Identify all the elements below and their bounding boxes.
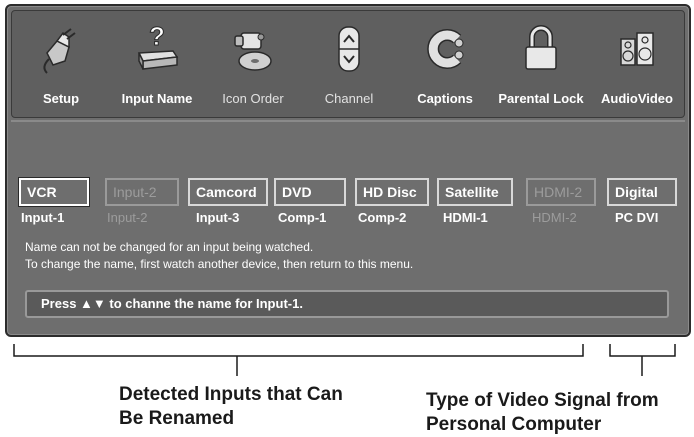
callout-line: Be Renamed <box>119 408 235 429</box>
menu-item-parental-lock[interactable]: Parental Lock <box>494 17 588 113</box>
menu-item-setup[interactable]: Setup <box>14 17 108 113</box>
menu-item-label: Channel <box>324 91 374 106</box>
menu-item-label: Parental Lock <box>498 91 584 106</box>
input-name-box-pc-dvi[interactable]: Digital <box>607 178 677 206</box>
left-bracket <box>13 344 584 357</box>
menu-item-label: Input Name <box>121 91 193 106</box>
input-source-label: Comp-1 <box>278 210 327 225</box>
menu-item-label: AudioVideo <box>601 91 673 106</box>
input-name-box-hdmi-1[interactable]: Satellite <box>437 178 513 206</box>
plug-icon <box>43 28 76 74</box>
input-source-label: Comp-2 <box>358 210 407 225</box>
menu-item-label: Icon Order <box>222 91 284 106</box>
menu-item-input-name[interactable]: ? Input Name <box>110 17 204 113</box>
callout-line: Detected Inputs that Can <box>119 384 343 405</box>
captions-c-icon <box>427 29 464 69</box>
callout-line: Personal Computer <box>426 414 602 435</box>
input-source-label: HDMI-1 <box>443 210 488 225</box>
callout-line: Type of Video Signal from <box>426 390 659 411</box>
menu-item-label: Setup <box>42 91 80 106</box>
input-source-label: PC DVI <box>615 210 659 225</box>
callout-detected-inputs: Detected Inputs that Can Be Renamed <box>119 383 343 431</box>
osd-panel: Setup ? Input Name Icon Order Channel Ca… <box>5 4 691 337</box>
menu-item-audiovideo[interactable]: AudioVideo <box>590 17 684 113</box>
input-source-label: Input-1 <box>21 210 65 225</box>
status-bar: Press ▲▼ to channe the name for Input-1. <box>25 290 669 318</box>
info-note: To change the name, first watch another … <box>25 257 414 271</box>
input-name-box-input-1[interactable]: VCR <box>19 178 89 206</box>
menu-bar: Setup ? Input Name Icon Order Channel Ca… <box>11 10 685 118</box>
input-source-label: Input-2 <box>107 210 148 225</box>
callout-brackets <box>13 344 676 376</box>
input-name-box-input-3[interactable]: Camcord <box>188 178 268 206</box>
menu-item-captions[interactable]: Captions <box>398 17 492 113</box>
question-device-icon: ? <box>137 23 179 70</box>
callout-pc-signal: Type of Video Signal from Personal Compu… <box>426 389 659 437</box>
input-name-box-hdmi-2[interactable]: HDMI-2 <box>526 178 596 206</box>
input-source-label: HDMI-2 <box>532 210 577 225</box>
svg-text:?: ? <box>149 23 165 51</box>
up-down-arrows-icon <box>338 26 360 72</box>
input-name-box-comp-1[interactable]: DVD <box>274 178 346 206</box>
menu-item-channel[interactable]: Channel <box>302 17 396 113</box>
input-source-label: Input-3 <box>196 210 240 225</box>
menu-item-label: Captions <box>417 91 473 106</box>
divider <box>11 120 685 122</box>
padlock-icon <box>525 25 557 70</box>
info-note: Name can not be changed for an input bei… <box>25 240 314 254</box>
speakers-icon <box>620 32 654 66</box>
input-name-box-comp-2[interactable]: HD Disc <box>355 178 429 206</box>
camcorder-disc-icon <box>234 32 272 71</box>
input-name-box-input-2[interactable]: Input-2 <box>105 178 179 206</box>
right-bracket <box>609 344 676 357</box>
menu-item-icon-order[interactable]: Icon Order <box>206 17 300 113</box>
